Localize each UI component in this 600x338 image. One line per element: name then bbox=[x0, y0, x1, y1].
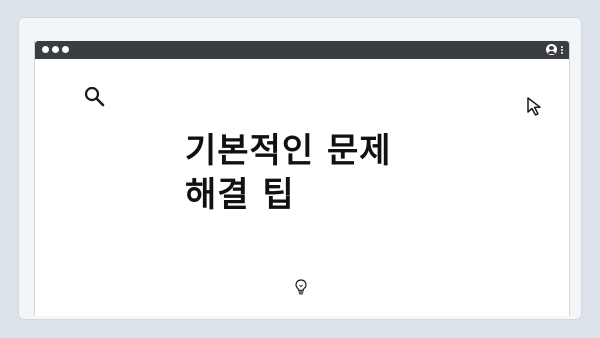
window-control-dot[interactable] bbox=[52, 46, 59, 53]
page-title-line-2: 해결 팁 bbox=[185, 175, 295, 215]
titlebar-actions bbox=[546, 44, 563, 55]
cursor-pointer-icon bbox=[527, 97, 541, 116]
page-title: 기본적인 문제 해결 팁 bbox=[185, 129, 465, 217]
browser-titlebar bbox=[35, 41, 569, 59]
page-title-line-1: 기본적인 문제 bbox=[185, 131, 392, 171]
browser-window: 기본적인 문제 해결 팁 bbox=[34, 41, 570, 316]
lightbulb-icon bbox=[295, 279, 307, 295]
search-icon bbox=[84, 86, 105, 107]
kebab-menu-icon[interactable] bbox=[561, 45, 563, 54]
window-control-dot[interactable] bbox=[42, 46, 49, 53]
profile-icon[interactable] bbox=[546, 44, 557, 55]
window-control-dot[interactable] bbox=[62, 46, 69, 53]
window-controls bbox=[42, 46, 69, 53]
